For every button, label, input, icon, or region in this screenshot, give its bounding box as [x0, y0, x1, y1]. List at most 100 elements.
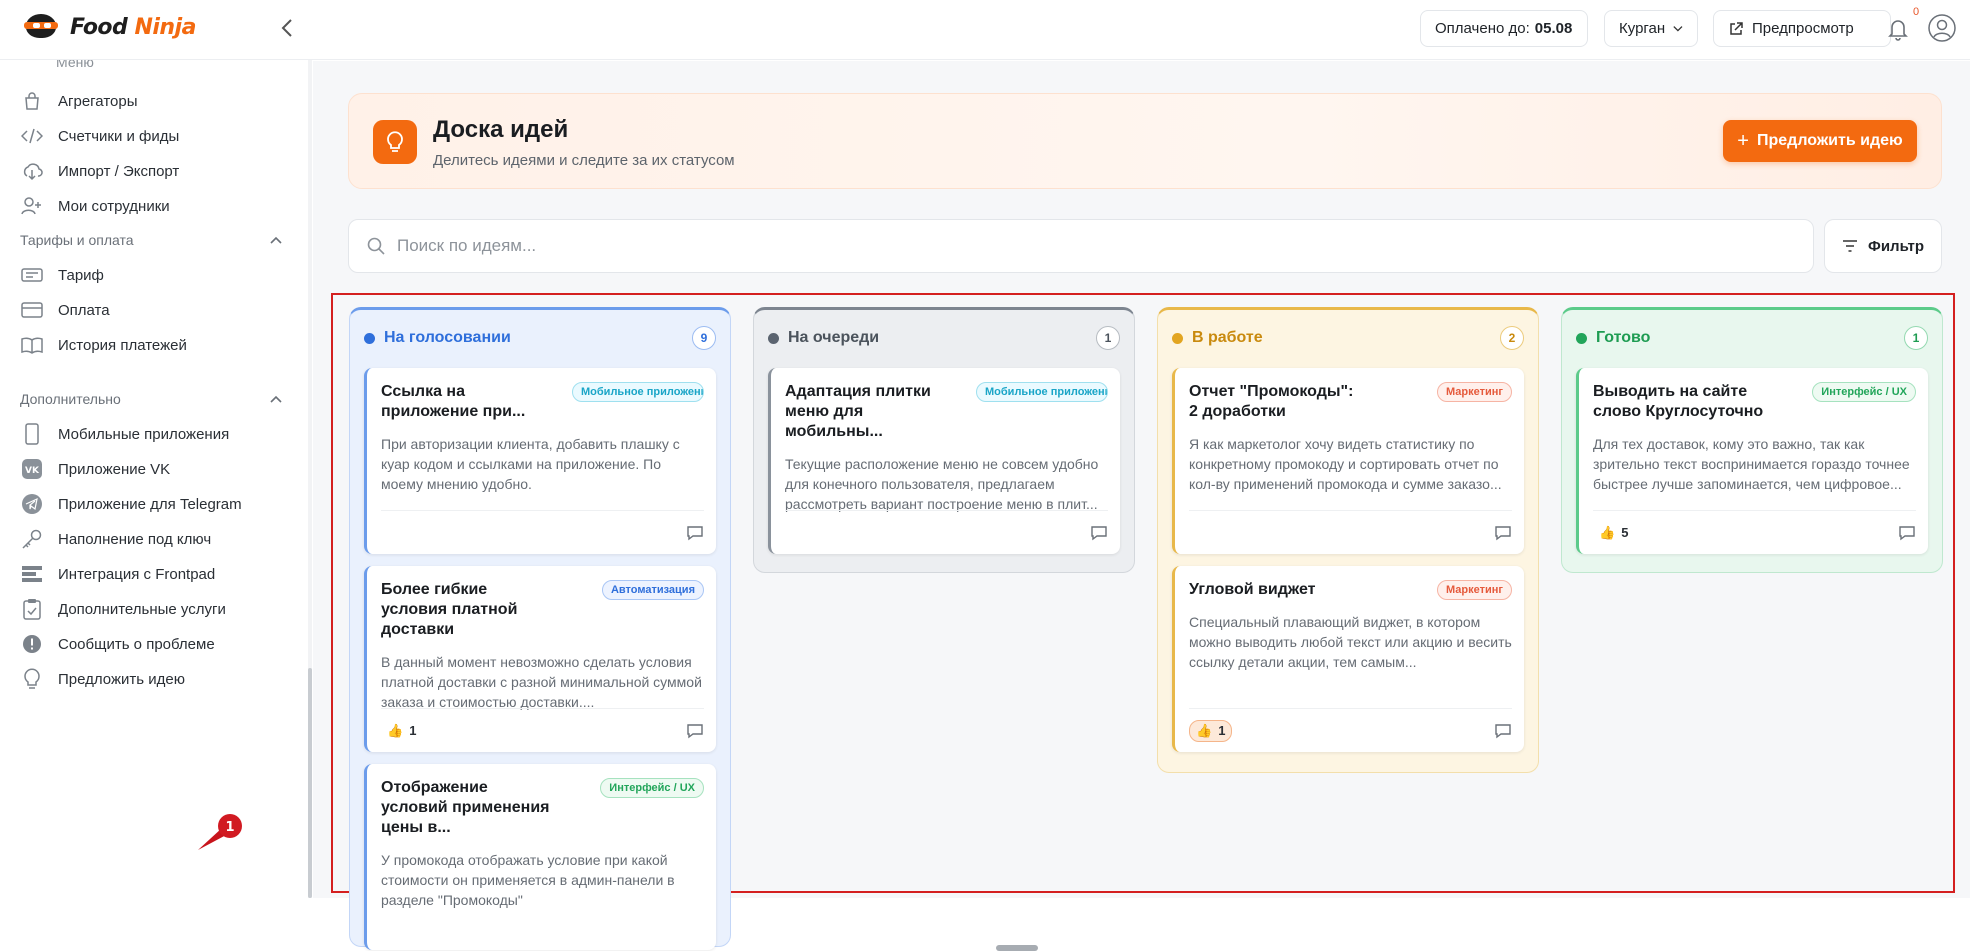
sidebar-item-tariff[interactable]: Тариф — [20, 260, 104, 290]
logo[interactable]: Food Ninja — [22, 12, 196, 42]
sidebar-scrollbar-thumb[interactable] — [308, 668, 312, 898]
sidebar-item-label: Сообщить о проблеме — [58, 635, 215, 653]
preview-label: Предпросмотр — [1752, 20, 1854, 37]
sidebar-item-label: Счетчики и фиды — [58, 127, 180, 145]
column-queued: На очереди 1 Адаптация плитки меню для м… — [753, 307, 1135, 573]
sidebar-section-extra[interactable]: Дополнительно — [20, 391, 282, 407]
comment-icon[interactable] — [1494, 723, 1512, 739]
sidebar-item-mobile-apps[interactable]: Мобильные приложения — [20, 419, 229, 449]
sidebar-item-employees[interactable]: Мои сотрудники — [20, 191, 170, 221]
idea-card[interactable]: Выводить на сайте слово Круглосуточно Ин… — [1576, 368, 1928, 554]
column-header: Готово 1 — [1576, 320, 1928, 356]
idea-card[interactable]: Отображение условий применения цены в...… — [364, 764, 716, 950]
idea-card[interactable]: Отчет "Промокоды": 2 доработки Маркетинг… — [1172, 368, 1524, 554]
like-button[interactable]: 👍 5 — [1593, 523, 1634, 543]
sidebar-item-payment[interactable]: Оплата — [20, 295, 110, 325]
chevron-up-icon — [270, 395, 282, 403]
sidebar-item-telegram-app[interactable]: Приложение для Telegram — [20, 489, 242, 519]
sidebar-item-label: Импорт / Экспорт — [58, 162, 180, 180]
sidebar-item-report-problem[interactable]: Сообщить о проблеме — [20, 629, 215, 659]
phone-icon — [20, 422, 44, 446]
sidebar-item-frontpad[interactable]: Интеграция с Frontpad — [20, 559, 215, 589]
idea-card[interactable]: Ссылка на приложение при... Мобильное пр… — [364, 368, 716, 554]
category-tag: Интерфейс / UX — [600, 778, 704, 798]
category-tag: Мобильное приложение — [976, 382, 1108, 402]
section-title: Дополнительно — [20, 391, 121, 407]
sidebar-item-label: Агрегаторы — [58, 92, 138, 110]
preview-button[interactable]: Предпросмотр — [1713, 10, 1891, 47]
code-icon — [20, 124, 44, 148]
card-footer: 👍 1 — [1189, 708, 1512, 752]
sidebar-item-vk-app[interactable]: VK Приложение VK — [20, 454, 170, 484]
city-select[interactable]: Курган — [1604, 10, 1698, 47]
sidebar-item-label: Тариф — [58, 266, 104, 284]
search-icon — [367, 237, 385, 255]
annotation-pin-icon: 1 — [198, 814, 242, 850]
column-title: На очереди — [788, 329, 880, 346]
search-bar — [348, 219, 1814, 273]
fire-icon: 👍 — [1599, 524, 1616, 540]
comment-icon[interactable] — [1494, 525, 1512, 541]
card-description: В данный момент невозможно сделать услов… — [381, 654, 702, 710]
card-description: Специальный плавающий виджет, в котором … — [1189, 614, 1512, 670]
comment-icon[interactable] — [686, 723, 704, 739]
sidebar-item-counters[interactable]: Счетчики и фиды — [20, 121, 179, 151]
card-title: Угловой виджет — [1189, 581, 1316, 598]
search-input[interactable] — [397, 236, 1777, 256]
idea-card[interactable]: Адаптация плитки меню для мобильны... Мо… — [768, 368, 1120, 554]
ticket-icon — [20, 263, 44, 287]
filter-icon — [1843, 240, 1858, 252]
collapse-sidebar-button[interactable] — [276, 16, 298, 40]
sidebar-item-label: Предложить идею — [58, 670, 185, 688]
section-title: Тарифы и оплата — [20, 232, 134, 248]
filter-button[interactable]: Фильтр — [1824, 219, 1942, 273]
ninja-logo-icon — [22, 12, 62, 42]
sidebar-item-suggest-idea[interactable]: Предложить идею — [20, 664, 185, 694]
user-plus-icon — [20, 194, 44, 218]
board-horizontal-scrollbar[interactable] — [996, 945, 1038, 951]
column-count: 1 — [1904, 326, 1928, 350]
page-title: Доска идей — [433, 116, 569, 143]
like-button[interactable]: 👍 1 — [1189, 719, 1233, 742]
comment-icon[interactable] — [1898, 525, 1916, 541]
key-icon — [20, 527, 44, 551]
city-value: Курган — [1619, 20, 1666, 37]
card-description: Я как маркетолог хочу видеть статистику … — [1189, 436, 1502, 492]
card-description: Текущие расположение меню не совсем удоб… — [785, 456, 1099, 512]
card-footer: 👍 5 — [1593, 510, 1916, 554]
sidebar-item-menu[interactable]: Меню — [56, 60, 94, 70]
sidebar-item-payment-history[interactable]: История платежей — [20, 330, 187, 360]
cloud-download-icon — [20, 159, 44, 183]
sidebar-section-tariffs[interactable]: Тарифы и оплата — [20, 232, 282, 248]
paid-until-badge[interactable]: Оплачено до: 05.08 — [1420, 10, 1588, 47]
sidebar-item-aggregators[interactable]: Агрегаторы — [20, 86, 137, 116]
sidebar-item-extra-services[interactable]: Дополнительные услуги — [20, 594, 226, 624]
filter-label: Фильтр — [1868, 237, 1924, 255]
suggest-idea-button[interactable]: + Предложить идею — [1723, 120, 1917, 162]
top-header: Food Ninja Оплачено до: 05.08 Курган Пред… — [0, 0, 1970, 60]
idea-card[interactable]: Более гибкие условия платной доставки Ав… — [364, 566, 716, 752]
card-title: Выводить на сайте слово Круглосуточно — [1593, 383, 1764, 420]
lightbulb-icon — [373, 120, 417, 164]
sidebar-item-label: Оплата — [58, 301, 110, 319]
sidebar-item-label: Приложение VK — [58, 460, 171, 478]
status-dot — [1172, 332, 1183, 344]
clipboard-icon — [20, 597, 44, 621]
sidebar-item-label: Дополнительные услуги — [58, 600, 226, 618]
sidebar-item-label: Мобильные приложения — [58, 425, 230, 443]
comment-icon[interactable] — [1090, 525, 1108, 541]
suggest-idea-label: Предложить идею — [1756, 132, 1903, 149]
comment-icon[interactable] — [686, 525, 704, 541]
sidebar-item-import-export[interactable]: Импорт / Экспорт — [20, 156, 179, 186]
category-tag: Маркетинг — [1437, 580, 1512, 600]
logo-text: Food Ninja — [70, 15, 196, 40]
bell-icon[interactable] — [1886, 16, 1910, 42]
avatar[interactable] — [1928, 14, 1956, 42]
sidebar-item-turnkey[interactable]: Наполнение под ключ — [20, 524, 211, 554]
like-button[interactable]: 👍 1 — [381, 721, 422, 741]
card-description: При авторизации клиента, добавить плашку… — [381, 436, 680, 492]
card-icon — [20, 298, 44, 322]
paid-until-date: 05.08 — [1534, 20, 1573, 37]
sidebar-item-label: Наполнение под ключ — [58, 530, 212, 548]
idea-card[interactable]: Угловой виджет Маркетинг Специальный пла… — [1172, 566, 1524, 752]
